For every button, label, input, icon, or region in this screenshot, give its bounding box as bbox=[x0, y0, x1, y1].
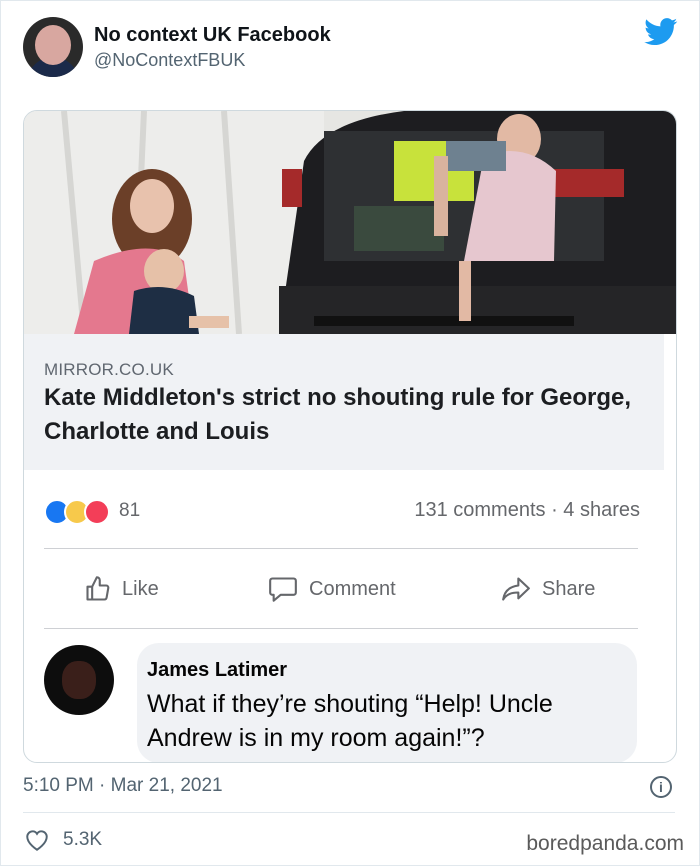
thumbs-up-icon bbox=[86, 576, 110, 601]
author-handle[interactable]: @NoContextFBUK bbox=[94, 50, 245, 71]
divider bbox=[44, 628, 638, 629]
watermark: boredpanda.com bbox=[526, 832, 684, 855]
reaction-count[interactable]: 81 bbox=[119, 500, 140, 522]
info-icon[interactable]: i bbox=[650, 776, 672, 798]
comment-icon bbox=[269, 577, 297, 602]
avatar-face bbox=[35, 25, 71, 65]
divider bbox=[44, 548, 638, 549]
author-avatar[interactable] bbox=[23, 17, 83, 77]
comment-text: What if they’re shouting “Help! Uncle An… bbox=[147, 690, 553, 752]
share-arrow-icon bbox=[502, 577, 530, 601]
commenter-avatar[interactable] bbox=[44, 645, 114, 715]
heart-icon[interactable] bbox=[24, 828, 50, 852]
comment-button[interactable]: Comment bbox=[267, 571, 396, 607]
like-label: Like bbox=[122, 577, 159, 600]
article-photo bbox=[24, 111, 676, 334]
facebook-screenshot: MIRROR.CO.UK Kate Middleton's strict no … bbox=[23, 110, 677, 763]
like-button[interactable]: Like bbox=[84, 571, 159, 607]
twitter-bird-icon[interactable] bbox=[644, 18, 678, 46]
link-domain: MIRROR.CO.UK bbox=[44, 360, 174, 379]
link-preview[interactable]: MIRROR.CO.UK Kate Middleton's strict no … bbox=[24, 334, 664, 470]
link-title[interactable]: Kate Middleton's strict no shouting rule… bbox=[44, 381, 644, 449]
author-name[interactable]: No context UK Facebook bbox=[94, 24, 331, 47]
comment-share-stats[interactable]: 131 comments · 4 shares bbox=[414, 499, 640, 522]
divider bbox=[23, 812, 675, 813]
share-label: Share bbox=[542, 577, 596, 600]
avatar-mask-icon bbox=[62, 661, 96, 699]
share-button[interactable]: Share bbox=[500, 571, 595, 607]
like-count[interactable]: 5.3K bbox=[63, 829, 102, 851]
love-reaction-icon bbox=[84, 499, 110, 525]
comment-label: Comment bbox=[309, 577, 396, 600]
tweet-timestamp[interactable]: 5:10 PM · Mar 21, 2021 bbox=[23, 775, 223, 797]
comment-bubble: James Latimer What if they’re shouting “… bbox=[137, 643, 637, 762]
commenter-name[interactable]: James Latimer bbox=[147, 659, 287, 682]
